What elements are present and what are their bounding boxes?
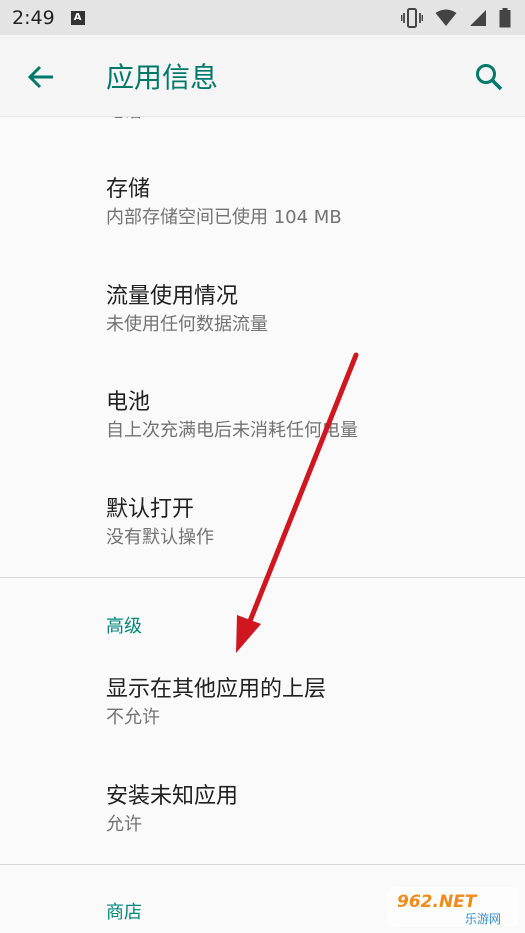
list-item-data-usage[interactable]: 流量使用情况 未使用任何数据流量 — [106, 282, 268, 338]
signal-icon — [470, 9, 486, 26]
notification-a-icon: A — [70, 10, 85, 25]
divider — [0, 864, 525, 865]
item-title: 电池 — [106, 390, 151, 415]
item-subtitle: 允许 — [106, 814, 142, 835]
app-bar: 应用信息 — [0, 35, 525, 117]
status-time: 2:49 — [12, 6, 55, 29]
back-arrow-icon[interactable] — [26, 62, 56, 92]
section-header-advanced: 高级 — [106, 616, 142, 637]
watermark-main: 962.NET — [397, 892, 478, 912]
list-item-storage[interactable]: 存储 内部存储空间已使用 104 MB — [106, 175, 342, 231]
item-subtitle: 不允许 — [106, 707, 160, 728]
wifi-icon — [435, 9, 457, 26]
settings-list: 电话 存储 内部存储空间已使用 104 MB 流量使用情况 未使用任何数据流量 … — [0, 117, 525, 933]
list-item-display-over-apps[interactable]: 显示在其他应用的上层 不允许 — [106, 675, 326, 731]
section-header-store: 商店 — [106, 902, 142, 923]
watermark-logo: 962.NET 乐游网 — [387, 887, 519, 927]
item-title: 默认打开 — [106, 497, 195, 522]
list-item-open-by-default[interactable]: 默认打开 没有默认操作 — [106, 495, 214, 551]
divider — [0, 577, 525, 578]
search-icon[interactable] — [474, 62, 504, 92]
item-title: 流量使用情况 — [106, 284, 239, 309]
item-subtitle: 自上次充满电后未消耗任何电量 — [106, 420, 358, 441]
item-subtitle: 未使用任何数据流量 — [106, 314, 268, 335]
watermark-sub: 乐游网 — [465, 912, 501, 926]
annotation-arrow — [236, 352, 359, 653]
status-icons — [401, 7, 511, 28]
vibrate-icon — [401, 7, 423, 28]
item-title: 显示在其他应用的上层 — [106, 677, 327, 702]
battery-icon — [499, 7, 511, 27]
partial-item-phone[interactable]: 电话 — [106, 117, 142, 125]
status-bar: 2:49 A — [0, 0, 525, 35]
item-title: 存储 — [106, 177, 151, 202]
list-item-install-unknown-apps[interactable]: 安装未知应用 允许 — [106, 782, 238, 838]
list-item-battery[interactable]: 电池 自上次充满电后未消耗任何电量 — [106, 388, 358, 444]
item-subtitle: 没有默认操作 — [106, 527, 214, 548]
item-subtitle: 内部存储空间已使用 104 MB — [106, 207, 342, 228]
page-title: 应用信息 — [106, 61, 219, 94]
item-title: 安装未知应用 — [106, 784, 239, 809]
